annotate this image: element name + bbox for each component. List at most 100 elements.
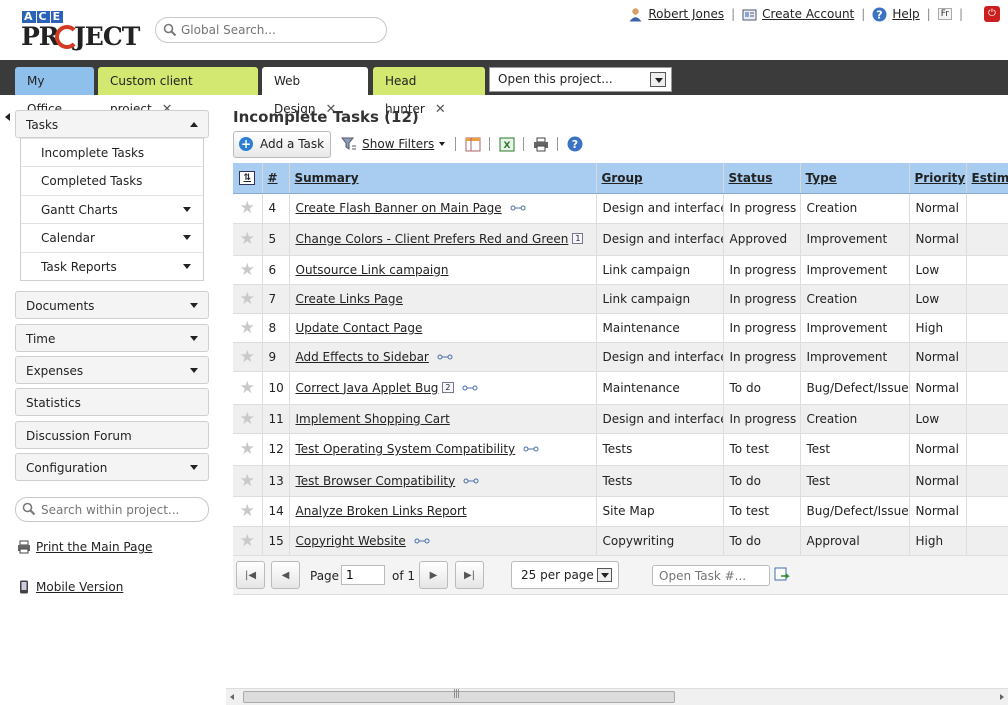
help-link[interactable]: Help: [892, 7, 919, 21]
table-row[interactable]: ★ 11 Implement Shopping Cart Design and int…: [233, 404, 1008, 434]
favorite-star-icon[interactable]: ★: [233, 371, 263, 405]
favorite-star-icon[interactable]: ★: [233, 433, 263, 466]
previous-page-button[interactable]: ◀: [271, 561, 300, 589]
table-row[interactable]: ★ 13 Test Browser Compatibility Tests To do T…: [233, 465, 1008, 497]
task-summary-link[interactable]: Analyze Broken Links Report: [296, 504, 467, 518]
task-summary-link[interactable]: Create Links Page: [296, 292, 403, 306]
favorite-star-icon[interactable]: ★: [233, 342, 263, 372]
add-task-button[interactable]: + Add a Task: [233, 130, 332, 158]
dependency-link-icon[interactable]: [462, 385, 478, 391]
table-row[interactable]: ★ 14 Analyze Broken Links Report Site Map To…: [233, 496, 1008, 527]
first-page-button[interactable]: |◀: [236, 561, 265, 589]
mobile-version[interactable]: Mobile Version: [17, 580, 123, 594]
column-header-priority[interactable]: Priority: [909, 163, 967, 194]
sidebar-item-documents[interactable]: Documents: [15, 291, 209, 319]
favorite-star-icon[interactable]: ★: [233, 193, 263, 224]
page-number-input[interactable]: [341, 565, 385, 585]
open-task-go-icon[interactable]: [774, 567, 790, 582]
column-header-summary[interactable]: Summary: [289, 163, 597, 194]
favorite-star-icon[interactable]: ★: [233, 465, 263, 497]
table-row[interactable]: ★ 15 Copyright Website Copywriting To do Appr…: [233, 526, 1008, 556]
logout-power-icon[interactable]: ⏻: [984, 6, 1000, 22]
sidebar-item-task-reports[interactable]: Task Reports: [21, 251, 203, 280]
task-summary-link[interactable]: Create Flash Banner on Main Page: [296, 201, 502, 215]
tab-custom-client-project[interactable]: Custom client project✕: [98, 67, 258, 117]
sidebar-item-discussion-forum[interactable]: Discussion Forum: [15, 421, 209, 449]
dependency-link-icon[interactable]: [463, 478, 479, 484]
table-row[interactable]: ★ 8 Update Contact Page Maintenance In progr…: [233, 313, 1008, 343]
collapse-sidebar-icon[interactable]: [5, 113, 10, 121]
sidebar-item-gantt-charts[interactable]: Gantt Charts: [21, 194, 203, 223]
table-row[interactable]: ★ 7 Create Links Page Link campaign In progr…: [233, 284, 1008, 314]
scroll-left-icon[interactable]: [230, 694, 234, 700]
sidebar-item-time[interactable]: Time: [15, 324, 209, 352]
column-header-group[interactable]: Group: [596, 163, 724, 194]
task-summary-link[interactable]: Implement Shopping Cart: [296, 412, 450, 426]
sidebar-item-calendar[interactable]: Calendar: [21, 223, 203, 251]
task-summary-link[interactable]: Test Browser Compatibility: [296, 474, 456, 488]
last-page-button[interactable]: ▶|: [455, 561, 484, 589]
column-header-estimate[interactable]: Estima: [966, 163, 1008, 194]
horizontal-scrollbar[interactable]: [226, 688, 1008, 705]
open-task-input[interactable]: [652, 565, 770, 586]
open-project-select[interactable]: Open this project...: [489, 67, 672, 92]
dependency-link-icon[interactable]: [523, 446, 539, 452]
favorite-star-icon[interactable]: ★: [233, 526, 263, 556]
table-row[interactable]: ★ 12 Test Operating System Compatibility Te…: [233, 433, 1008, 466]
printer-icon[interactable]: [532, 136, 549, 152]
next-page-button[interactable]: ▶: [419, 561, 448, 589]
mobile-version-link[interactable]: Mobile Version: [36, 580, 123, 594]
favorite-star-icon[interactable]: ★: [233, 404, 263, 434]
dependency-link-icon[interactable]: [437, 354, 453, 360]
task-summary-link[interactable]: Copyright Website: [296, 534, 406, 548]
task-summary-link[interactable]: Outsource Link campaign: [296, 263, 449, 277]
global-search-input[interactable]: [181, 21, 381, 39]
dependency-link-icon[interactable]: [510, 205, 526, 211]
favorite-star-icon[interactable]: ★: [233, 496, 263, 527]
comment-count-badge[interactable]: 2: [442, 381, 454, 393]
sidebar-item-expenses[interactable]: Expenses: [15, 356, 209, 384]
favorite-star-icon[interactable]: ★: [233, 284, 263, 314]
dependency-link-icon[interactable]: [414, 538, 430, 544]
column-header-status[interactable]: Status: [723, 163, 801, 194]
scroll-right-icon[interactable]: [1000, 694, 1004, 700]
print-main-page-link[interactable]: Print the Main Page: [36, 540, 152, 554]
sort-icon[interactable]: ⇅: [239, 170, 256, 185]
column-header-number[interactable]: #: [262, 163, 290, 194]
favorite-star-icon[interactable]: ★: [233, 255, 263, 285]
global-search[interactable]: [155, 17, 387, 43]
print-main-page[interactable]: Print the Main Page: [17, 540, 152, 554]
task-summary-link[interactable]: Correct Java Applet Bug: [296, 381, 439, 395]
chevron-down-icon[interactable]: [650, 72, 666, 87]
table-row[interactable]: ★ 9 Add Effects to Sidebar Design and inter…: [233, 342, 1008, 372]
excel-export-icon[interactable]: X: [498, 136, 515, 152]
favorite-star-icon[interactable]: ★: [233, 313, 263, 343]
project-search-input[interactable]: [41, 501, 203, 518]
tab-web-design[interactable]: Web Design ✕: [262, 67, 368, 117]
table-row[interactable]: ★ 5 Change Colors - Client Prefers Red and…: [233, 223, 1008, 256]
sidebar-item-configuration[interactable]: Configuration: [15, 453, 209, 481]
create-account-link[interactable]: Create Account: [762, 7, 854, 21]
column-header-type[interactable]: Type: [800, 163, 910, 194]
project-search[interactable]: [15, 497, 209, 522]
tab-my-office[interactable]: My Office: [15, 67, 94, 116]
table-row[interactable]: ★ 6 Outsource Link campaign Link campaign In…: [233, 255, 1008, 285]
tab-head-hunter[interactable]: Head hunter ✕: [373, 67, 485, 117]
app-logo[interactable]: ACE PR JECT: [21, 10, 140, 52]
sidebar-item-incomplete-tasks[interactable]: Incomplete Tasks: [21, 138, 203, 166]
column-chooser-icon[interactable]: [464, 136, 481, 152]
show-filters-button[interactable]: Show Filters: [341, 136, 446, 152]
sidebar-item-statistics[interactable]: Statistics: [15, 388, 209, 416]
table-row[interactable]: ★ 4 Create Flash Banner on Main Page Design…: [233, 193, 1008, 224]
comment-count-badge[interactable]: 1: [572, 233, 584, 244]
favorite-star-icon[interactable]: ★: [233, 223, 263, 256]
sidebar-item-completed-tasks[interactable]: Completed Tasks: [21, 166, 203, 194]
task-summary-link[interactable]: Test Operating System Compatibility: [296, 442, 516, 456]
help-icon[interactable]: ?: [566, 136, 583, 152]
language-button[interactable]: Fr: [937, 8, 952, 20]
task-summary-link[interactable]: Change Colors - Client Prefers Red and G…: [296, 232, 569, 246]
sidebar-item-tasks[interactable]: Tasks: [15, 110, 209, 138]
sort-options-header[interactable]: ⇅: [233, 163, 263, 194]
user-name-link[interactable]: Robert Jones: [648, 7, 724, 21]
per-page-select[interactable]: 25 per page: [511, 561, 619, 589]
